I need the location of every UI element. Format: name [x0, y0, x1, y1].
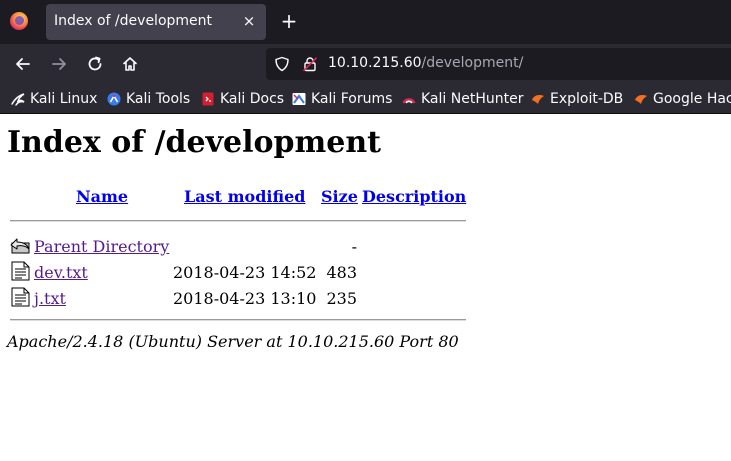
tracking-protection-shield-icon[interactable]	[274, 56, 290, 72]
tab-strip: Index of /development × +	[0, 0, 731, 44]
bookmark-label: Kali Tools	[126, 91, 191, 107]
new-tab-button[interactable]: +	[278, 10, 300, 32]
bookmark-kali-nethunter[interactable]: Kali NetHunter	[401, 89, 523, 109]
tab-close-icon[interactable]: ×	[240, 11, 258, 31]
firefox-logo-icon[interactable]	[10, 12, 28, 30]
url-text[interactable]: 10.10.215.60/development/	[328, 55, 523, 71]
bookmark-kali-tools[interactable]: Kali Tools	[106, 89, 190, 109]
bookmark-kali-linux[interactable]: Kali Linux	[10, 89, 97, 109]
row-last-modified: 2018-04-23 13:10	[173, 289, 317, 308]
row-last-modified: 2018-04-23 14:52	[173, 263, 317, 282]
bookmark-google-hacking-db[interactable]: Google Hacking DB	[633, 89, 731, 109]
ghdb-icon	[635, 95, 647, 104]
row-size: -	[351, 237, 357, 256]
tab-active[interactable]: Index of /development ×	[46, 4, 266, 40]
row-size: 235	[326, 289, 357, 308]
bookmark-label: Kali Linux	[30, 91, 98, 107]
exploit-db-icon	[532, 95, 544, 104]
column-header-description[interactable]: Description	[362, 187, 466, 206]
file-link-j-txt[interactable]: j.txt	[34, 289, 66, 308]
bookmark-label: Kali Forums	[311, 91, 393, 107]
bookmarks-toolbar: Kali Linux Kali Tools Kali Docs Kali For…	[0, 84, 731, 114]
bookmark-exploit-db[interactable]: Exploit-DB	[530, 89, 623, 109]
header-divider	[10, 220, 466, 222]
bookmark-label: Kali Docs	[220, 91, 285, 107]
url-path: /development/	[421, 55, 524, 71]
kali-dragon-icon	[11, 93, 25, 106]
tab-title: Index of /development	[54, 13, 213, 29]
parent-directory-link[interactable]: Parent Directory	[34, 237, 169, 256]
column-header-name[interactable]: Name	[76, 187, 128, 206]
row-size: 483	[326, 263, 357, 282]
kali-docs-icon	[202, 92, 214, 106]
insecure-lock-icon[interactable]	[302, 56, 318, 72]
kali-forums-icon	[292, 93, 306, 105]
url-host: 10.10.215.60	[328, 55, 422, 71]
server-signature: Apache/2.4.18 (Ubuntu) Server at 10.10.2…	[7, 332, 459, 351]
kali-tools-icon	[107, 92, 121, 106]
bookmark-kali-docs[interactable]: Kali Docs	[200, 89, 284, 109]
column-header-size[interactable]: Size	[321, 187, 358, 206]
home-button[interactable]	[119, 53, 141, 75]
navigation-toolbar: 10.10.215.60/development/	[0, 44, 731, 84]
back-folder-icon	[10, 238, 30, 254]
forward-arrow-icon	[52, 58, 66, 70]
kali-nethunter-icon	[402, 98, 416, 104]
text-file-icon	[11, 261, 30, 281]
page-content: Index of /development Name Last modified…	[0, 115, 731, 461]
address-bar[interactable]: 10.10.215.60/development/	[266, 48, 731, 80]
bookmark-label: Kali NetHunter	[421, 91, 524, 107]
text-file-icon	[11, 287, 30, 307]
bookmark-kali-forums[interactable]: Kali Forums	[291, 89, 392, 109]
reload-button[interactable]	[84, 53, 106, 75]
back-arrow-icon	[16, 58, 30, 70]
bookmark-label: Google Hacking DB	[653, 91, 731, 107]
home-icon	[123, 57, 137, 71]
bookmark-label: Exploit-DB	[550, 91, 624, 107]
column-header-last-modified[interactable]: Last modified	[184, 187, 305, 206]
back-button[interactable]	[12, 53, 34, 75]
forward-button[interactable]	[48, 53, 70, 75]
page-title: Index of /development	[7, 125, 382, 160]
footer-divider	[10, 319, 466, 321]
reload-icon	[88, 56, 102, 71]
file-link-dev-txt[interactable]: dev.txt	[34, 263, 88, 282]
